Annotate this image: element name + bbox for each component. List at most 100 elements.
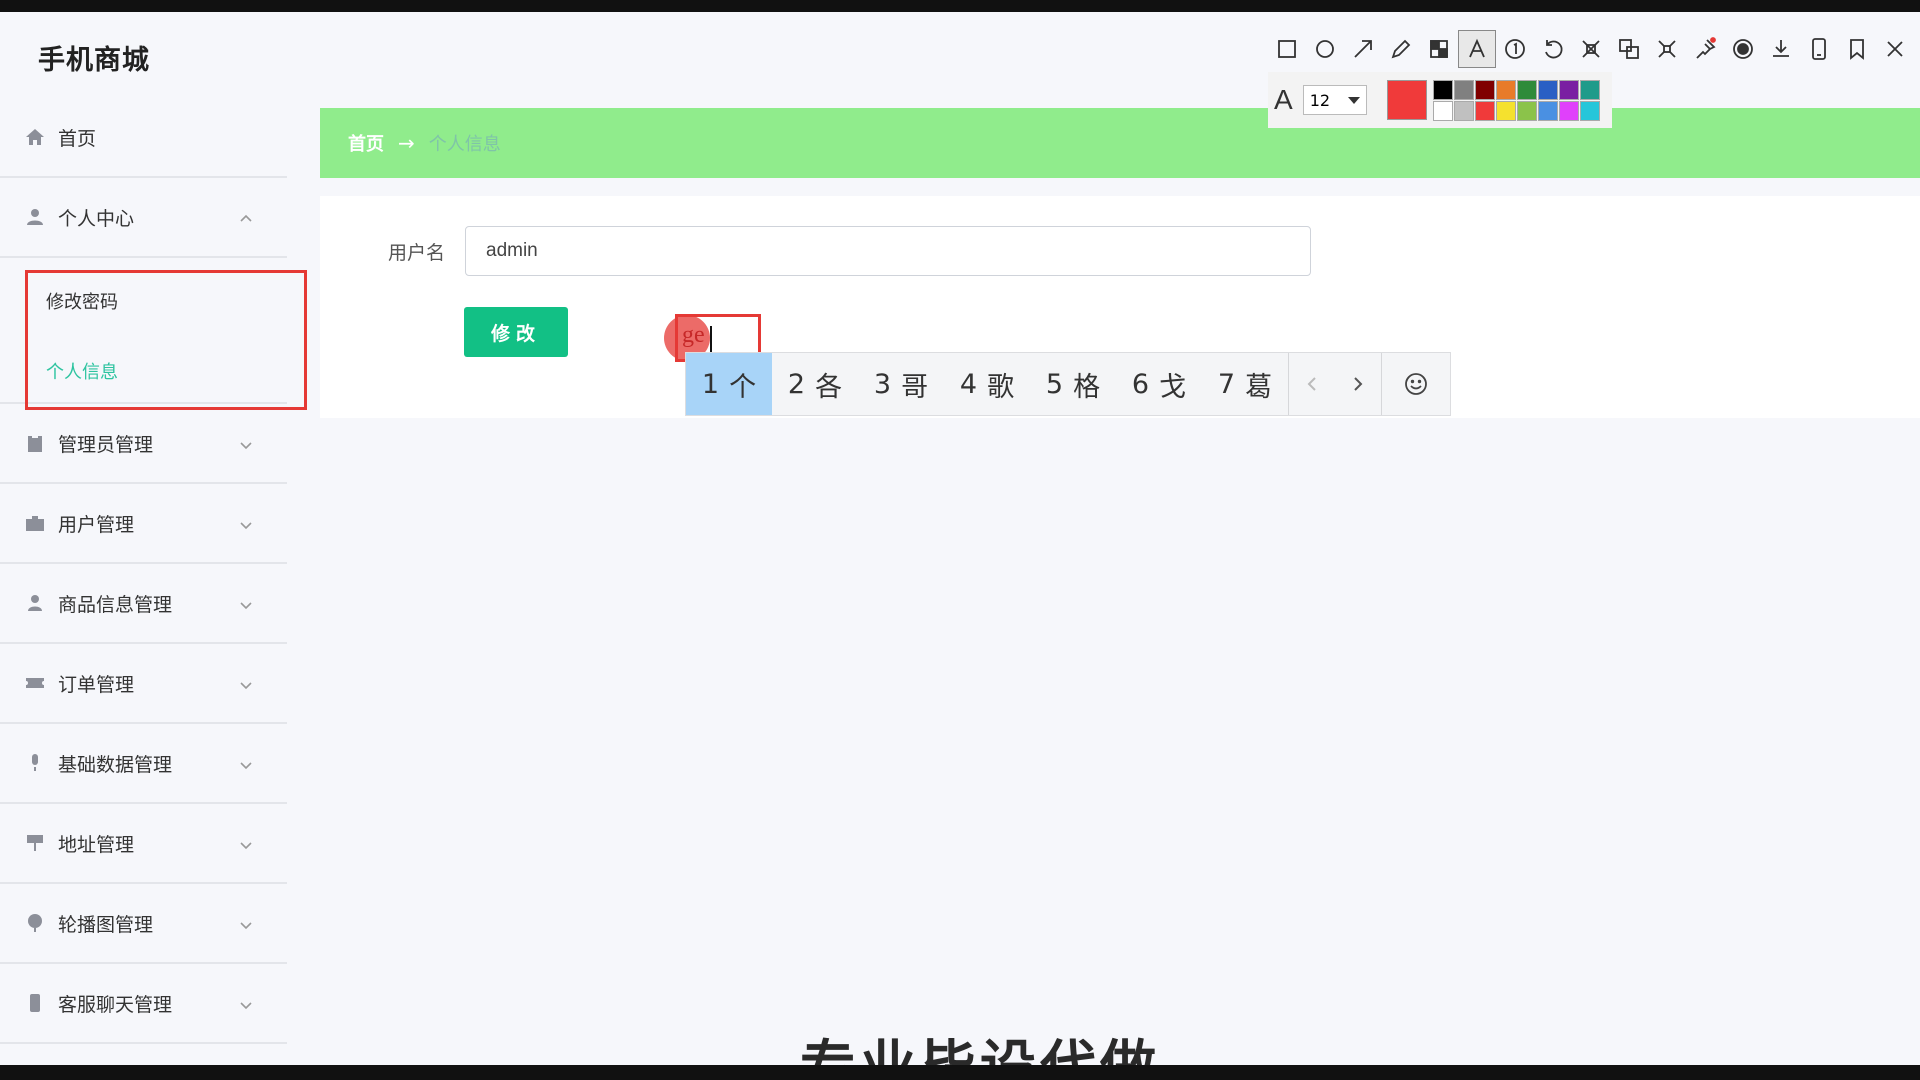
breadcrumb-home[interactable]: 首页 bbox=[348, 130, 384, 156]
bookmark-icon[interactable] bbox=[1838, 30, 1876, 68]
color-swatch[interactable] bbox=[1495, 100, 1516, 121]
color-swatch[interactable] bbox=[1516, 100, 1537, 121]
sidebar-item-label: 基础数据管理 bbox=[58, 753, 173, 776]
chevron-up-icon bbox=[239, 209, 253, 223]
ime-candidate-bar: 1个 2各 3哥 4歌 5格 6戈 7葛 bbox=[685, 352, 1451, 416]
balloon-icon bbox=[24, 912, 46, 934]
chevron-down-icon bbox=[239, 675, 253, 690]
chevron-down-icon bbox=[1347, 97, 1360, 104]
color-swatch[interactable] bbox=[1453, 100, 1474, 121]
breadcrumb: 首页 → 个人信息 bbox=[320, 108, 1920, 178]
sidebar-item-home[interactable]: 首页 bbox=[0, 98, 287, 178]
clipboard-icon bbox=[24, 432, 46, 454]
long-screenshot-icon[interactable] bbox=[1648, 30, 1686, 68]
sidebar-item-carousel-mgmt[interactable]: 轮播图管理 bbox=[0, 884, 287, 964]
watermark-overlay-text: 专业毕设代做 bbox=[800, 1022, 1160, 1065]
signpost-icon bbox=[24, 832, 46, 854]
color-swatch[interactable] bbox=[1579, 79, 1600, 100]
sidebar-item-label: 地址管理 bbox=[58, 833, 135, 856]
color-swatch[interactable] bbox=[1453, 79, 1474, 100]
home-icon bbox=[24, 126, 46, 148]
briefcase-icon bbox=[24, 512, 46, 534]
color-swatch[interactable] bbox=[1432, 100, 1453, 121]
chevron-down-icon bbox=[239, 915, 253, 930]
ime-candidate[interactable]: 1个 bbox=[686, 353, 772, 415]
pen-tool-icon[interactable] bbox=[1382, 30, 1420, 68]
sidebar-item-personal-center[interactable]: 个人中心 bbox=[0, 178, 287, 258]
person-icon bbox=[24, 592, 46, 614]
ime-candidate[interactable]: 6戈 bbox=[1116, 353, 1202, 415]
sidebar-item-base-data-mgmt[interactable]: 基础数据管理 bbox=[0, 724, 287, 804]
color-swatch[interactable] bbox=[1537, 79, 1558, 100]
breadcrumb-current: 个人信息 bbox=[428, 134, 501, 155]
undo-icon[interactable] bbox=[1534, 30, 1572, 68]
color-swatch[interactable] bbox=[1495, 79, 1516, 100]
ticket-icon bbox=[24, 672, 46, 694]
sidebar-item-label: 首页 bbox=[58, 127, 97, 150]
sidebar-item-order-mgmt[interactable]: 订单管理 bbox=[0, 644, 287, 724]
rectangle-tool-icon[interactable] bbox=[1268, 30, 1306, 68]
color-swatch[interactable] bbox=[1537, 100, 1558, 121]
ocr-icon[interactable] bbox=[1572, 30, 1610, 68]
sidebar-item-label: 管理员管理 bbox=[58, 433, 154, 456]
ime-candidate[interactable]: 3哥 bbox=[858, 353, 944, 415]
chevron-down-icon bbox=[239, 435, 253, 450]
color-swatch[interactable] bbox=[1558, 100, 1579, 121]
sidebar-item-chat-mgmt[interactable]: 客服聊天管理 bbox=[0, 964, 287, 1044]
annotation-rectangle bbox=[25, 270, 307, 410]
screenshot-toolbar bbox=[1268, 26, 1920, 72]
ime-candidate[interactable]: 4歌 bbox=[944, 353, 1030, 415]
ime-prev-page-icon[interactable] bbox=[1289, 353, 1335, 415]
record-icon[interactable] bbox=[1724, 30, 1762, 68]
sidebar: 手机商城 首页 个人中心 修改密码 个人信息 管理员管理 用户管理 商品信息管理… bbox=[0, 12, 307, 1065]
sidebar-item-goods-mgmt[interactable]: 商品信息管理 bbox=[0, 564, 287, 644]
color-palette bbox=[1432, 79, 1600, 121]
chevron-down-icon bbox=[239, 835, 253, 850]
chevron-down-icon bbox=[239, 515, 253, 530]
chevron-down-icon bbox=[239, 595, 253, 610]
username-input[interactable] bbox=[465, 226, 1311, 276]
font-icon: A bbox=[1274, 84, 1293, 115]
ime-next-page-icon[interactable] bbox=[1335, 353, 1381, 415]
color-swatch[interactable] bbox=[1432, 79, 1453, 100]
modify-button[interactable]: 修改 bbox=[464, 307, 568, 357]
mosaic-tool-icon[interactable] bbox=[1420, 30, 1458, 68]
ime-candidate[interactable]: 7葛 bbox=[1202, 353, 1288, 415]
font-size-select[interactable]: 12 bbox=[1302, 85, 1367, 115]
emoji-icon[interactable] bbox=[1382, 353, 1450, 415]
ime-candidate[interactable]: 2各 bbox=[772, 353, 858, 415]
breadcrumb-arrow-icon: → bbox=[398, 131, 415, 155]
microphone-icon bbox=[24, 752, 46, 774]
translate-icon[interactable] bbox=[1610, 30, 1648, 68]
ime-candidate[interactable]: 5格 bbox=[1030, 353, 1116, 415]
text-style-toolbar: A 12 bbox=[1268, 72, 1612, 128]
sidebar-item-user-mgmt[interactable]: 用户管理 bbox=[0, 484, 287, 564]
color-swatch[interactable] bbox=[1558, 79, 1579, 100]
sidebar-item-address-mgmt[interactable]: 地址管理 bbox=[0, 804, 287, 884]
download-icon[interactable] bbox=[1762, 30, 1800, 68]
sidebar-item-admin-mgmt[interactable]: 管理员管理 bbox=[0, 404, 287, 484]
ellipse-tool-icon[interactable] bbox=[1306, 30, 1344, 68]
annotation-typed-text: ge bbox=[682, 322, 705, 348]
user-icon bbox=[24, 206, 46, 228]
sidebar-nav: 首页 个人中心 修改密码 个人信息 管理员管理 用户管理 商品信息管理 订单管理… bbox=[0, 98, 307, 1044]
color-swatch[interactable] bbox=[1579, 100, 1600, 121]
color-swatch[interactable] bbox=[1516, 79, 1537, 100]
text-caret bbox=[710, 326, 712, 352]
username-label: 用户名 bbox=[388, 242, 446, 264]
chevron-down-icon bbox=[239, 755, 253, 770]
submenu-personal-center: 修改密码 个人信息 bbox=[0, 258, 307, 410]
phone-save-icon[interactable] bbox=[1800, 30, 1838, 68]
phone-icon bbox=[24, 992, 46, 1014]
sidebar-item-label: 个人中心 bbox=[58, 207, 135, 230]
sidebar-item-label: 轮播图管理 bbox=[58, 913, 154, 936]
color-swatch[interactable] bbox=[1474, 79, 1495, 100]
arrow-tool-icon[interactable] bbox=[1344, 30, 1382, 68]
number-marker-icon[interactable] bbox=[1496, 30, 1534, 68]
current-color-swatch[interactable] bbox=[1386, 80, 1427, 120]
pin-icon[interactable] bbox=[1686, 30, 1724, 68]
text-tool-icon[interactable] bbox=[1458, 30, 1496, 68]
close-icon[interactable] bbox=[1876, 30, 1914, 68]
brand-title: 手机商城 bbox=[38, 45, 150, 76]
color-swatch[interactable] bbox=[1474, 100, 1495, 121]
